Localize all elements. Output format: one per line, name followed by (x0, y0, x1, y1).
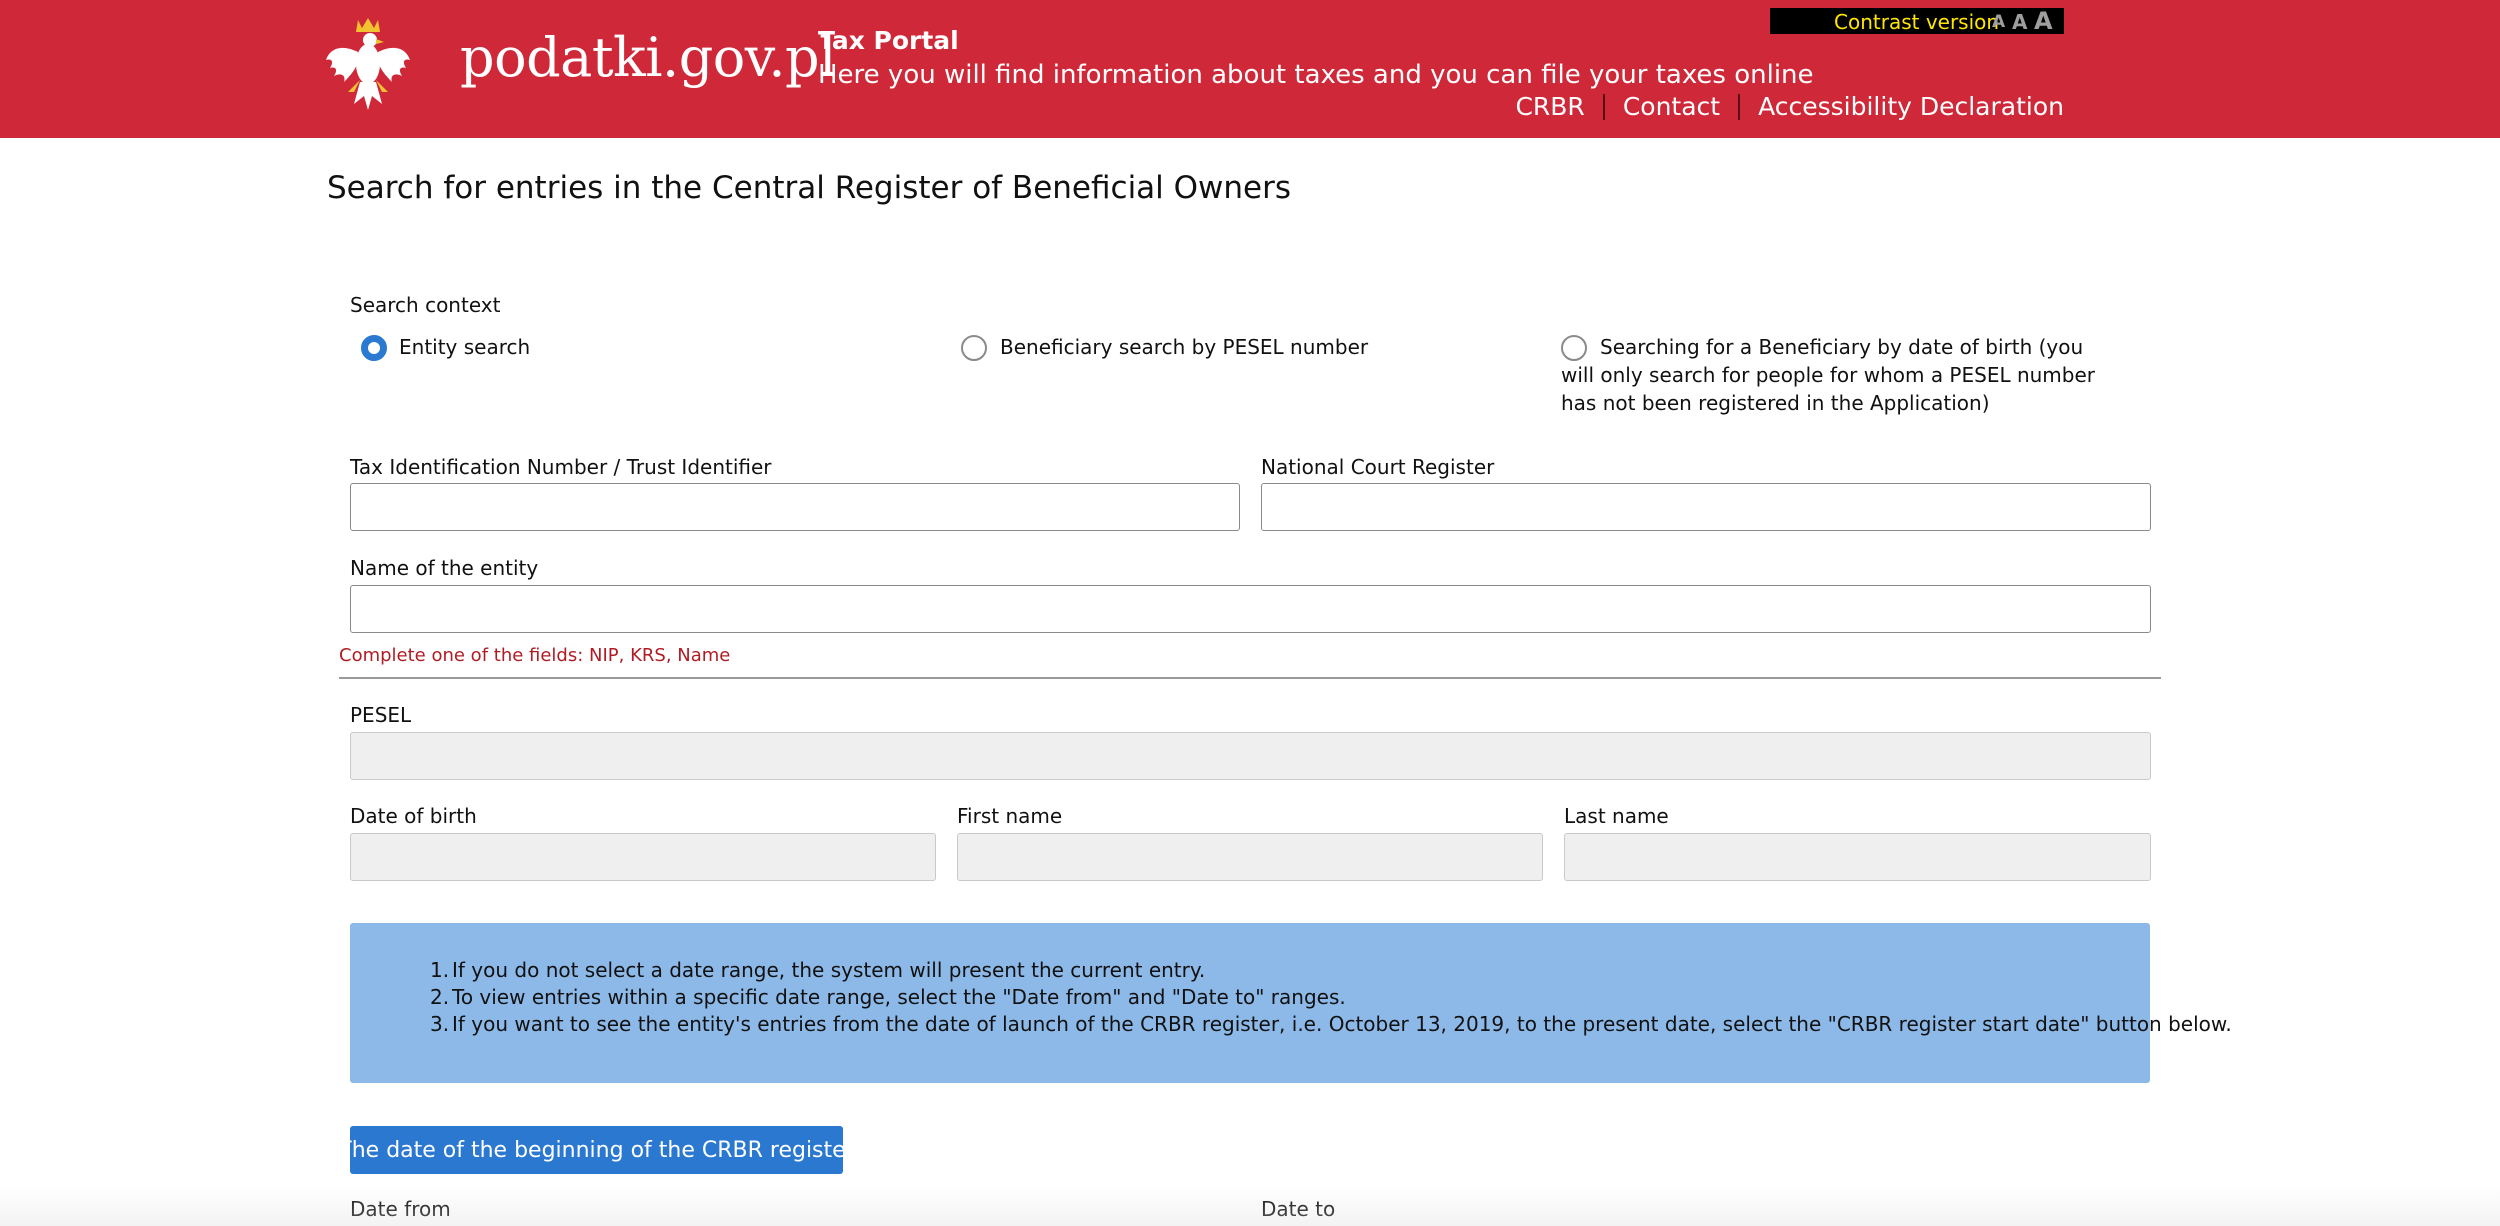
radio-dob-search-label[interactable]: Searching for a Beneficiary by date of b… (1561, 333, 2121, 417)
nip-label: Tax Identification Number / Trust Identi… (350, 455, 772, 479)
info-item: 3. If you want to see the entity's entrie… (430, 1012, 2232, 1036)
radio-pesel-search-label[interactable]: Beneficiary search by PESEL number (1000, 333, 1368, 361)
nav-link-accessibility-declaration[interactable]: Accessibility Declaration (1758, 92, 2064, 121)
portal-subtitle: Here you will find information about tax… (818, 60, 1814, 90)
dob-input[interactable] (350, 833, 936, 881)
info-item: 2. To view entries within a specific date… (430, 985, 1346, 1009)
nav-separator (1738, 93, 1741, 120)
entity-name-input[interactable] (350, 585, 2151, 633)
contrast-version-link[interactable]: Contrast version (1834, 10, 1999, 34)
pesel-label: PESEL (350, 703, 412, 727)
font-size-small-button[interactable]: A (1992, 12, 2005, 32)
top-nav: CRBR Contact Accessibility Declaration (1515, 92, 2064, 121)
krs-input[interactable] (1261, 483, 2151, 531)
crbr-register-start-button[interactable]: The date of the beginning of the CRBR re… (338, 1126, 855, 1174)
nav-link-crbr[interactable]: CRBR (1515, 92, 1584, 121)
info-item: 1. If you do not select a date range, the… (430, 958, 1206, 982)
first-name-input[interactable] (957, 833, 1543, 881)
pesel-input[interactable] (350, 732, 2151, 780)
search-context-label: Search context (350, 293, 501, 317)
info-box: 1. If you do not select a date range, the… (350, 923, 2232, 1083)
dob-label: Date of birth (350, 804, 477, 828)
nav-separator (1602, 93, 1605, 120)
date-from-label: Date from (350, 1197, 451, 1221)
section-divider (339, 677, 2161, 679)
nav-link-contact[interactable]: Contact (1623, 92, 1720, 121)
validation-error: Complete one of the fields: NIP, KRS, Na… (339, 645, 731, 666)
krs-label: National Court Register (1261, 455, 1495, 479)
radio-entity-search[interactable] (361, 335, 387, 361)
contrast-toolbar: Contrast version A A A (1770, 7, 2064, 35)
nip-input[interactable] (350, 483, 1240, 531)
site-header: podatki.gov.pl Tax Portal Here you will … (0, 0, 2500, 138)
entity-name-label: Name of the entity (350, 556, 539, 580)
eagle-emblem-icon[interactable] (324, 14, 412, 114)
page-title: Search for entries in the Central Regist… (327, 170, 1292, 206)
first-name-label: First name (957, 804, 1063, 828)
last-name-input[interactable] (1564, 833, 2151, 881)
portal-title: Tax Portal (818, 26, 959, 55)
info-list: 1. If you do not select a date range, the… (430, 957, 2232, 1038)
radio-pesel-search[interactable] (961, 335, 987, 361)
last-name-label: Last name (1564, 804, 1669, 828)
radio-entity-search-label[interactable]: Entity search (399, 333, 530, 361)
date-to-label: Date to (1261, 1197, 1336, 1221)
font-size-large-button[interactable]: A (2034, 7, 2053, 35)
site-logo-text[interactable]: podatki.gov.pl (460, 26, 836, 89)
font-size-medium-button[interactable]: A (2012, 10, 2027, 34)
